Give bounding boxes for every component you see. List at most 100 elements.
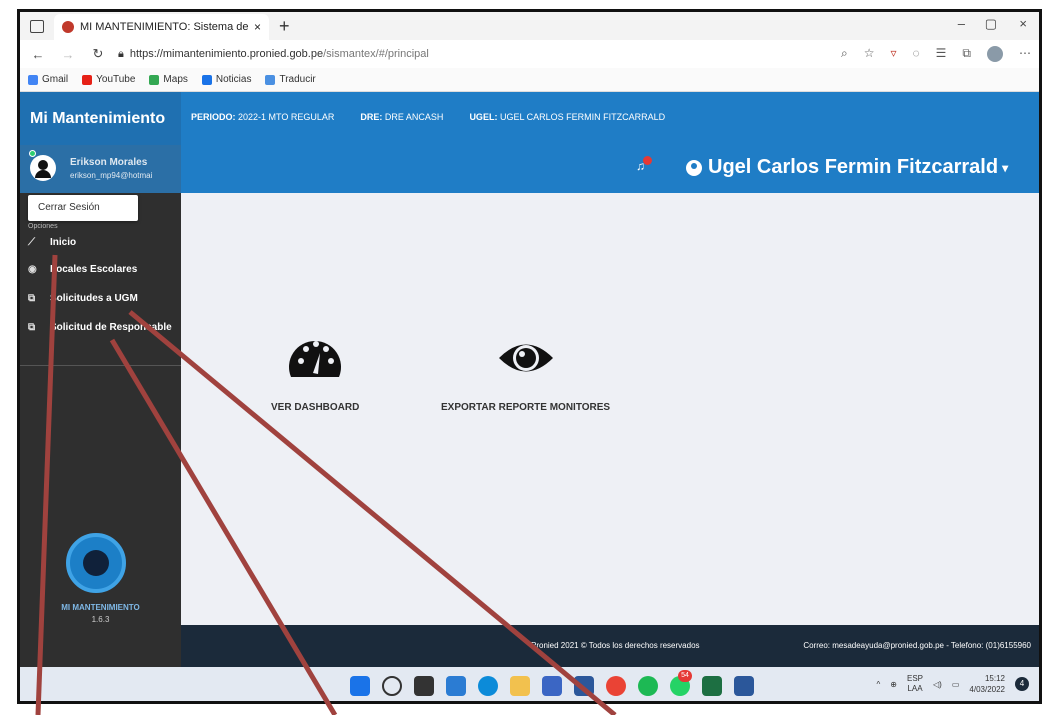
- lock-icon: 🔒︎: [118, 47, 124, 60]
- bookmark-traducir[interactable]: Traducir: [265, 74, 316, 85]
- online-status-dot: [29, 150, 36, 157]
- browser-extension-icons: ⌕ ☆ ▿ ◌ ☰ ⧉ ⋯: [841, 46, 1031, 62]
- news-icon: [201, 74, 212, 85]
- avatar[interactable]: [30, 155, 56, 181]
- url-host: https://mimantenimiento.pronied.gob.pe: [129, 48, 324, 60]
- sidebar-item-label: Locales Escolares: [50, 264, 138, 275]
- bookmark-maps[interactable]: Maps: [149, 74, 188, 85]
- footer: Pronied 2021 © Todos los derechos reserv…: [181, 625, 1039, 667]
- export-report-label: EXPORTAR REPORTE MONITORES: [441, 402, 611, 413]
- ugel-info: UGEL: UGEL CARLOS FERMIN FITZCARRALD: [469, 112, 666, 122]
- language-indicator[interactable]: ESP LAA: [907, 674, 923, 694]
- forward-arrow-icon[interactable]: →: [56, 47, 80, 62]
- sidebar-item-label: Solicitud de Responsable: [50, 322, 172, 333]
- extension-puzzle-icon[interactable]: ◌: [913, 46, 920, 62]
- bookmarks-bar: Gmail YouTube Maps Noticias Traducir: [20, 68, 1039, 92]
- task-view-icon[interactable]: [414, 676, 434, 696]
- url-path: /sismantex/#/principal: [323, 48, 429, 60]
- whatsapp-badge: 54: [678, 670, 692, 682]
- app-brand[interactable]: Mi Mantenimiento: [20, 92, 181, 145]
- chart-line-icon: ⟋: [28, 237, 35, 248]
- sidebar-item-solicitudes-ugm[interactable]: ⧉ Solicitudes a UGM: [28, 293, 138, 304]
- footer-copyright: Pronied 2021 © Todos los derechos reserv…: [531, 641, 700, 650]
- sidebar-item-solicitud-responsable[interactable]: ⧉ Solicitud de Responsable: [28, 322, 172, 333]
- app-logo-icon: [66, 533, 126, 593]
- sidebar: Erikson Morales erikson_mp94@hotmai Cerr…: [20, 145, 181, 667]
- more-menu-icon[interactable]: ⋯: [1019, 46, 1031, 62]
- taskbar-apps: 54: [350, 670, 754, 696]
- store-icon[interactable]: [542, 676, 562, 696]
- bookmark-noticias[interactable]: Noticias: [201, 74, 251, 85]
- screenshot-frame: MI MANTENIMIENTO: Sistema de × + – ▢ × ←…: [0, 0, 1058, 715]
- file-explorer-icon[interactable]: [510, 676, 530, 696]
- battery-icon[interactable]: ▭: [952, 680, 960, 689]
- footer-contact: Correo: mesadeayuda@pronied.gob.pe - Tel…: [803, 641, 1031, 650]
- network-icon[interactable]: ⊕: [890, 680, 897, 689]
- user-name: Erikson Morales: [70, 157, 148, 168]
- window-close-button[interactable]: ×: [1019, 16, 1027, 31]
- notification-dot: [643, 156, 652, 165]
- gmail-icon: [28, 74, 38, 85]
- sidebar-item-locales[interactable]: ◉ Locales Escolares: [28, 264, 137, 275]
- read-aloud-icon[interactable]: ⌕: [841, 46, 848, 62]
- user-circle-icon: [686, 159, 702, 176]
- chrome-icon[interactable]: [606, 676, 626, 696]
- start-windows-icon[interactable]: [350, 676, 370, 696]
- site-favicon-icon: [62, 21, 74, 33]
- dashboard-gauge-icon: [289, 341, 342, 377]
- profile-avatar[interactable]: [987, 46, 1003, 62]
- refresh-icon[interactable]: ↻: [86, 46, 110, 62]
- period-info: PERIODO: 2022-1 MTO REGULAR: [191, 112, 335, 122]
- bookmark-gmail[interactable]: Gmail: [28, 74, 68, 85]
- back-arrow-icon[interactable]: ←: [26, 47, 50, 62]
- sidebar-section-label: Opciones: [28, 223, 58, 230]
- sidebar-divider: [20, 365, 181, 366]
- dashboard-card-label: VER DASHBOARD: [271, 402, 360, 413]
- app-topbar: Mi Mantenimiento PERIODO: 2022-1 MTO REG…: [20, 92, 1039, 145]
- edge-browser-icon[interactable]: [478, 676, 498, 696]
- user-panel[interactable]: Erikson Morales erikson_mp94@hotmai: [20, 145, 181, 193]
- main-content: VER DASHBOARD EXPORTAR REPORTE MONITORES: [181, 193, 1039, 625]
- sidebar-item-inicio[interactable]: ⟋ Inicio: [28, 237, 76, 248]
- new-tab-button[interactable]: +: [279, 16, 290, 37]
- whatsapp-icon[interactable]: 54: [670, 670, 692, 696]
- ugel-title: Ugel Carlos Fermin Fitzcarrald: [708, 156, 999, 178]
- sidebar-item-label: Inicio: [50, 237, 77, 248]
- export-report-card[interactable]: EXPORTAR REPORTE MONITORES: [441, 333, 610, 413]
- favorites-icon[interactable]: ☰: [936, 46, 947, 62]
- app-version: 1.6.3: [91, 615, 110, 624]
- search-icon[interactable]: [382, 676, 402, 696]
- favorite-star-icon[interactable]: ☆: [864, 46, 875, 62]
- app-name: MI MANTENIMIENTO: [61, 603, 140, 612]
- mail-icon[interactable]: [574, 676, 594, 696]
- web-app: Mi Mantenimiento PERIODO: 2022-1 MTO REG…: [20, 92, 1039, 667]
- youtube-icon: [82, 74, 93, 85]
- maximize-button[interactable]: ▢: [985, 16, 997, 32]
- extension-icon[interactable]: ▿: [890, 46, 896, 62]
- logout-menu-item[interactable]: Cerrar Sesión: [28, 195, 138, 221]
- minimize-button[interactable]: –: [958, 16, 965, 31]
- browser-tab[interactable]: MI MANTENIMIENTO: Sistema de ×: [54, 14, 269, 40]
- volume-icon[interactable]: ◁): [933, 680, 942, 689]
- dashboard-card[interactable]: VER DASHBOARD: [271, 333, 359, 413]
- context-info: PERIODO: 2022-1 MTO REGULAR DRE: DRE ANC…: [191, 112, 665, 122]
- clock[interactable]: 15:12 4/03/2022: [969, 673, 1005, 695]
- widgets-icon[interactable]: [446, 676, 466, 696]
- school-icon: ◉: [28, 264, 37, 275]
- copy-icon: ⧉: [28, 293, 36, 304]
- browser-toolbar: ← → ↻ 🔒︎ https://mimantenimiento.pronied…: [20, 40, 1039, 68]
- tab-actions-icon[interactable]: [30, 19, 44, 33]
- notification-count-badge[interactable]: 4: [1015, 677, 1029, 691]
- spotify-icon[interactable]: [638, 676, 658, 696]
- word-icon[interactable]: [734, 676, 754, 696]
- copy-icon: ⧉: [28, 322, 36, 333]
- chevron-up-icon[interactable]: ^: [877, 680, 881, 689]
- bookmark-youtube[interactable]: YouTube: [82, 74, 135, 85]
- collections-icon[interactable]: ⧉: [962, 46, 971, 62]
- ugel-menu[interactable]: Ugel Carlos Fermin Fitzcarrald ▾: [686, 156, 1008, 179]
- main-header: ♫ Ugel Carlos Fermin Fitzcarrald ▾: [181, 145, 1039, 193]
- tab-close-icon[interactable]: ×: [254, 20, 261, 34]
- windows-taskbar: 54 ^ ⊕ ESP LAA ◁) ▭ 15:12 4/03/2022 4: [20, 667, 1039, 701]
- address-field[interactable]: 🔒︎ https://mimantenimiento.pronied.gob.p…: [118, 48, 758, 61]
- excel-icon[interactable]: [702, 676, 722, 696]
